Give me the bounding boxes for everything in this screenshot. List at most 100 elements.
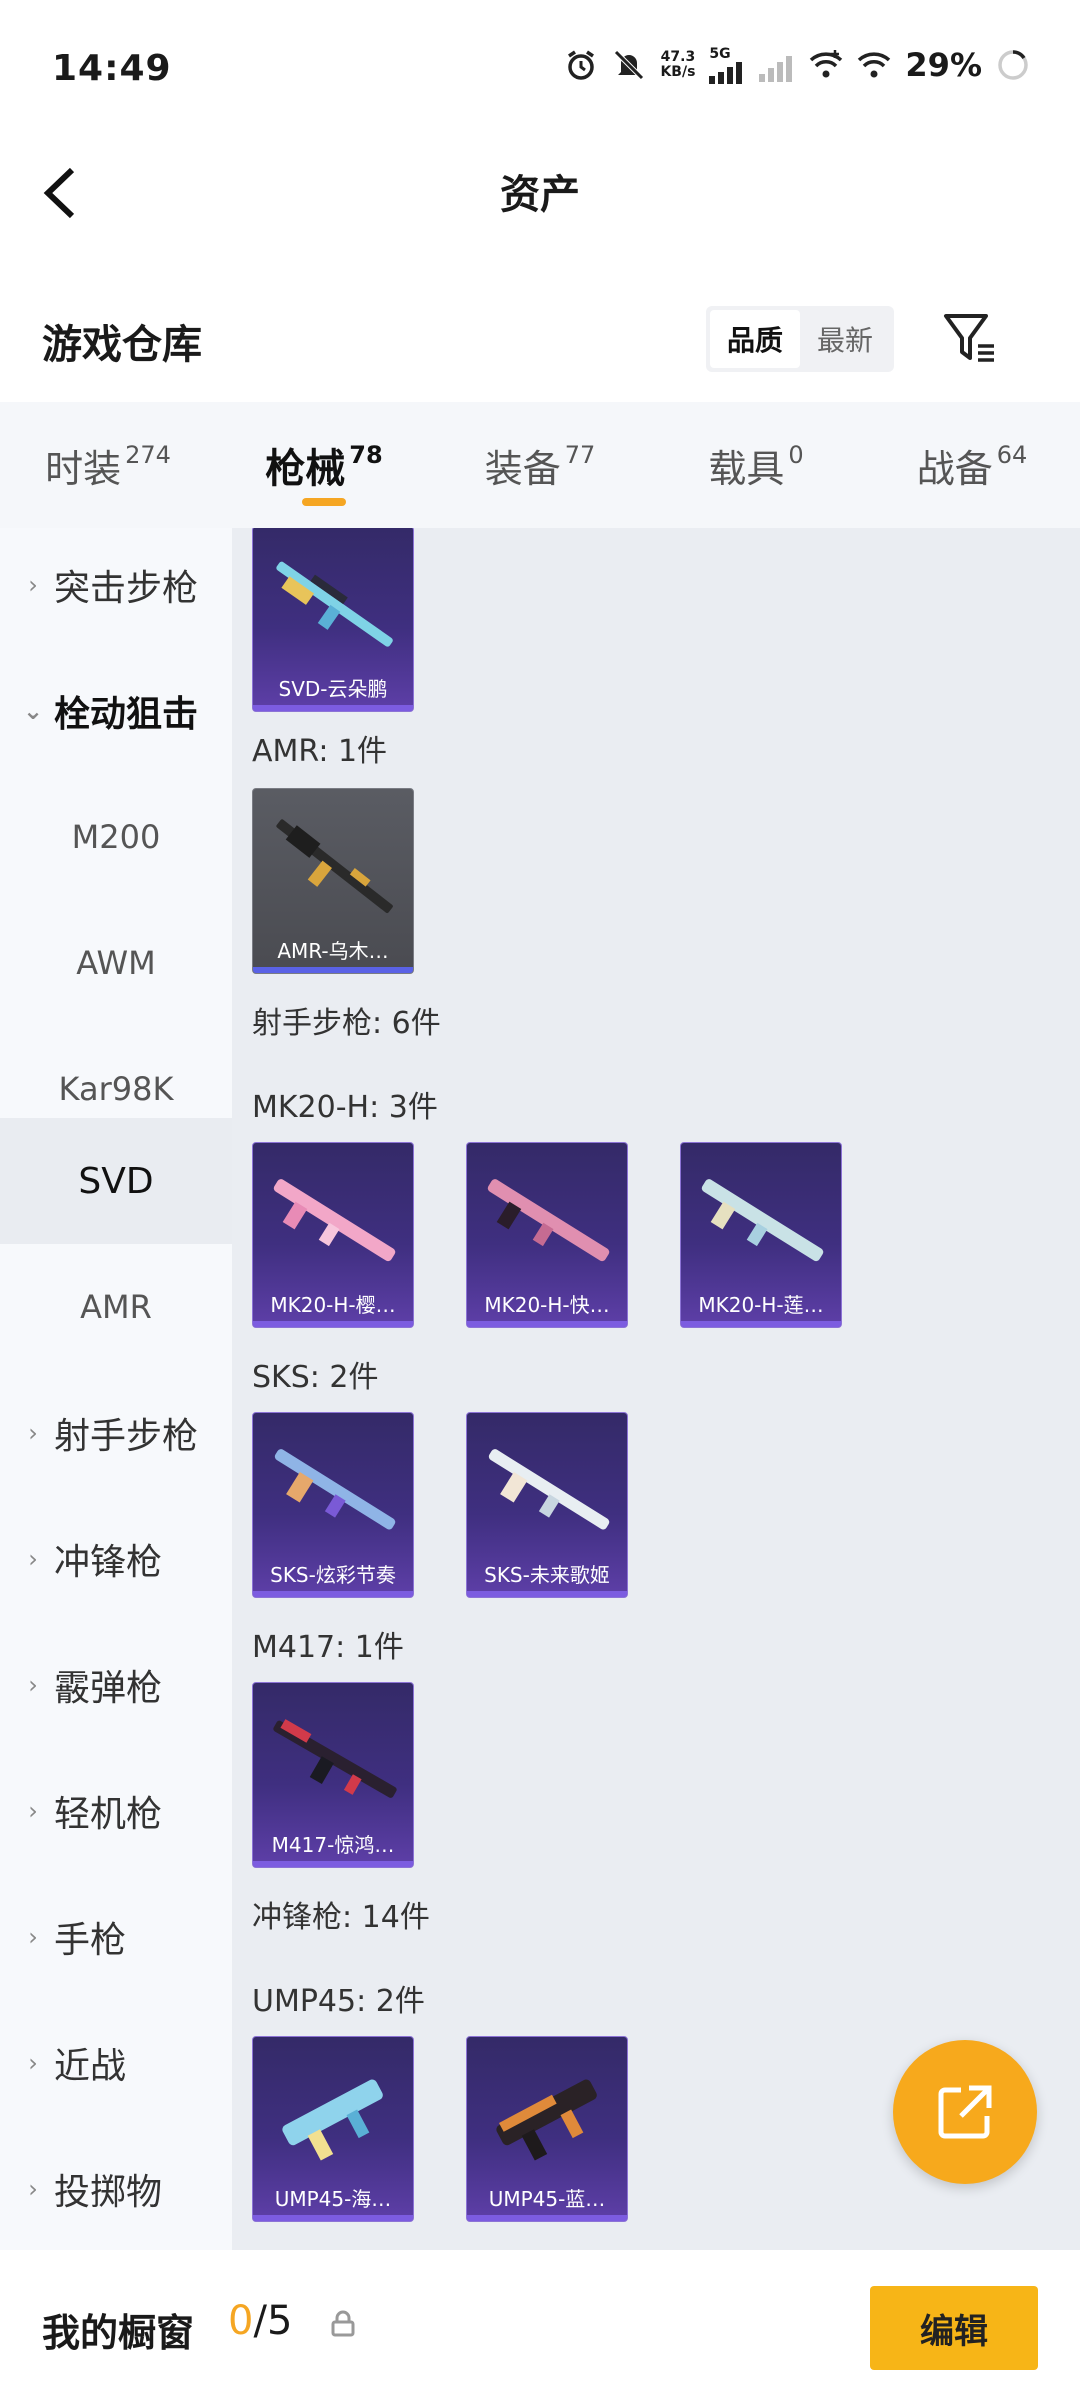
weapon-card-name: UMP45-蓝… (488, 2186, 606, 2211)
chevron-right-icon: › (28, 1797, 38, 1825)
weapon-list: SVD-云朵鹏 AMR: 1件 AMR-乌木… 射手步枪: 6件 MK20-H:… (232, 528, 1080, 2250)
weapon-card[interactable]: MK20-H-快… (466, 1142, 628, 1328)
weapon-card-name: AMR-乌木… (277, 938, 389, 963)
sort-quality-option[interactable]: 品质 (710, 310, 800, 368)
tab-count: 64 (996, 441, 1028, 469)
showcase-separator: / (253, 2298, 267, 2344)
sidebar-item-label: 冲锋枪 (54, 1542, 163, 1583)
weapon-card-name: SVD-云朵鹏 (278, 676, 388, 701)
weapon-card[interactable]: MK20-H-樱… (252, 1142, 414, 1328)
weapon-card[interactable]: SKS-未来歌姬 (466, 1412, 628, 1598)
rifle-skin-icon (276, 561, 393, 647)
filter-icon[interactable] (940, 308, 1000, 368)
weapon-card-name: MK20-H-樱… (270, 1292, 396, 1317)
chevron-right-icon: › (28, 571, 38, 599)
sidebar-item-label: 射手步枪 (54, 1416, 199, 1457)
category-tabs: 时装 274 枪械 78 装备 77 载具 0 战备 64 (0, 402, 1080, 528)
subcategory-label: UMP45: 2件 (252, 1984, 425, 2019)
weapon-card[interactable]: UMP45-海… (252, 2036, 414, 2222)
rifle-skin-icon (273, 1719, 397, 1798)
rarity-bar (253, 1321, 413, 1327)
sidebar-item-label: 突击步枪 (54, 568, 199, 609)
rarity-bar (467, 1321, 627, 1327)
rarity-bar (253, 967, 413, 973)
sort-toggle[interactable]: 品质 最新 (706, 306, 894, 372)
weapon-card[interactable]: SVD-云朵鹏 (252, 528, 414, 712)
tab-vehicles[interactable]: 载具 0 (648, 402, 864, 528)
weapon-card-name: SKS-未来歌姬 (484, 1562, 610, 1587)
tab-firearms[interactable]: 枪械 78 (216, 402, 432, 528)
weapon-card[interactable]: M417-惊鸿… (252, 1682, 414, 1868)
sidebar-item-throwables[interactable]: › 投掷物 (0, 2126, 232, 2250)
sidebar-item-marksman-rifle[interactable]: › 射手步枪 (0, 1370, 232, 1496)
net-speed-unit: KB/s (660, 64, 696, 80)
rarity-bar (253, 705, 413, 711)
tab-count: 274 (125, 441, 171, 469)
chevron-right-icon: › (28, 1419, 38, 1447)
rarity-bar (681, 1321, 841, 1327)
wifi-icon (858, 52, 891, 78)
sidebar-item-lmg[interactable]: › 轻机枪 (0, 1748, 232, 1874)
category-count-label: 冲锋枪: 14件 (252, 1900, 430, 1935)
showcase-total: 5 (266, 2298, 293, 2344)
weapon-card-name: MK20-H-莲… (698, 1292, 824, 1317)
sidebar-item-label: 栓动狙击 (54, 694, 199, 735)
sidebar-item-label: 投掷物 (54, 2172, 163, 2213)
subcategory-label: SKS: 2件 (252, 1360, 379, 1395)
weapon-card-name: SKS-炫彩节奏 (270, 1562, 396, 1587)
status-time: 14:49 (52, 48, 172, 89)
category-count-label: 射手步枪: 6件 (252, 1006, 441, 1041)
sidebar-item-label: 轻机枪 (54, 1794, 163, 1835)
sidebar-item-melee[interactable]: › 近战 (0, 2000, 232, 2126)
tab-label: 装备 (484, 446, 561, 491)
share-button[interactable] (893, 2040, 1037, 2184)
subcategory-label: M417: 1件 (252, 1630, 404, 1665)
showcase-current: 0 (228, 2298, 254, 2344)
weapon-category-sidebar: › 突击步枪 ⌄ 栓动狙击 M200 AWM Kar98K SVD AMR › 射手步… (0, 528, 232, 2250)
net-speed: 47.3 KB/s (660, 50, 695, 80)
tab-label: 战备 (916, 446, 993, 491)
sidebar-item-bolt-sniper[interactable]: ⌄ 栓动狙击 (0, 648, 232, 774)
chevron-right-icon: › (28, 2175, 38, 2203)
lock-icon (331, 2310, 355, 2337)
chevron-right-icon: › (28, 2049, 38, 2077)
sidebar-item-smg[interactable]: › 冲锋枪 (0, 1496, 232, 1622)
smg-skin-icon (282, 2079, 383, 2161)
subcategory-label: AMR: 1件 (252, 734, 388, 769)
share-icon (938, 2085, 992, 2139)
warehouse-title: 游戏仓库 (42, 322, 202, 368)
warehouse-header: 游戏仓库 品质 最新 (0, 280, 1080, 400)
smg-skin-icon (496, 2079, 597, 2161)
tab-equipment[interactable]: 装备 77 (432, 402, 648, 528)
net-speed-value: 47.3 (660, 49, 696, 65)
rifle-skin-icon (701, 1179, 824, 1262)
tab-fashion[interactable]: 时装 274 (0, 402, 216, 528)
showcase-bar: 我的橱窗 0/5 编辑 (0, 2250, 1080, 2400)
sidebar-item-pistol[interactable]: › 手枪 (0, 1874, 232, 2000)
tab-supplies[interactable]: 战备 64 (864, 402, 1080, 528)
weapon-card[interactable]: UMP45-蓝… (466, 2036, 628, 2222)
tab-count: 77 (564, 441, 596, 469)
battery-ring-icon (998, 50, 1028, 80)
weapon-card[interactable]: SKS-炫彩节奏 (252, 1412, 414, 1598)
rifle-skin-icon (487, 1179, 610, 1262)
weapon-card[interactable]: MK20-H-莲… (680, 1142, 842, 1328)
weapon-card[interactable]: AMR-乌木… (252, 788, 414, 974)
chevron-right-icon: › (28, 1923, 38, 1951)
chevron-right-icon: › (28, 1671, 38, 1699)
showcase-count: 0/5 (228, 2298, 292, 2344)
rarity-bar (253, 1591, 413, 1597)
sidebar-item-svd[interactable]: SVD (0, 1118, 232, 1244)
sidebar-item-m200[interactable]: M200 (0, 774, 232, 900)
sidebar-item-assault-rifle[interactable]: › 突击步枪 (0, 528, 232, 648)
sidebar-item-amr[interactable]: AMR (0, 1244, 232, 1370)
sidebar-item-shotgun[interactable]: › 霰弹枪 (0, 1622, 232, 1748)
signal-weak-icon (759, 56, 793, 82)
sidebar-item-awm[interactable]: AWM (0, 900, 232, 1026)
edit-button[interactable]: 编辑 (870, 2286, 1038, 2370)
rarity-bar (467, 1591, 627, 1597)
weapon-card-name: M417-惊鸿… (271, 1832, 395, 1857)
sort-newest-option[interactable]: 最新 (800, 310, 890, 368)
sidebar-item-label: 近战 (54, 2046, 127, 2087)
rifle-skin-icon (488, 1449, 610, 1530)
